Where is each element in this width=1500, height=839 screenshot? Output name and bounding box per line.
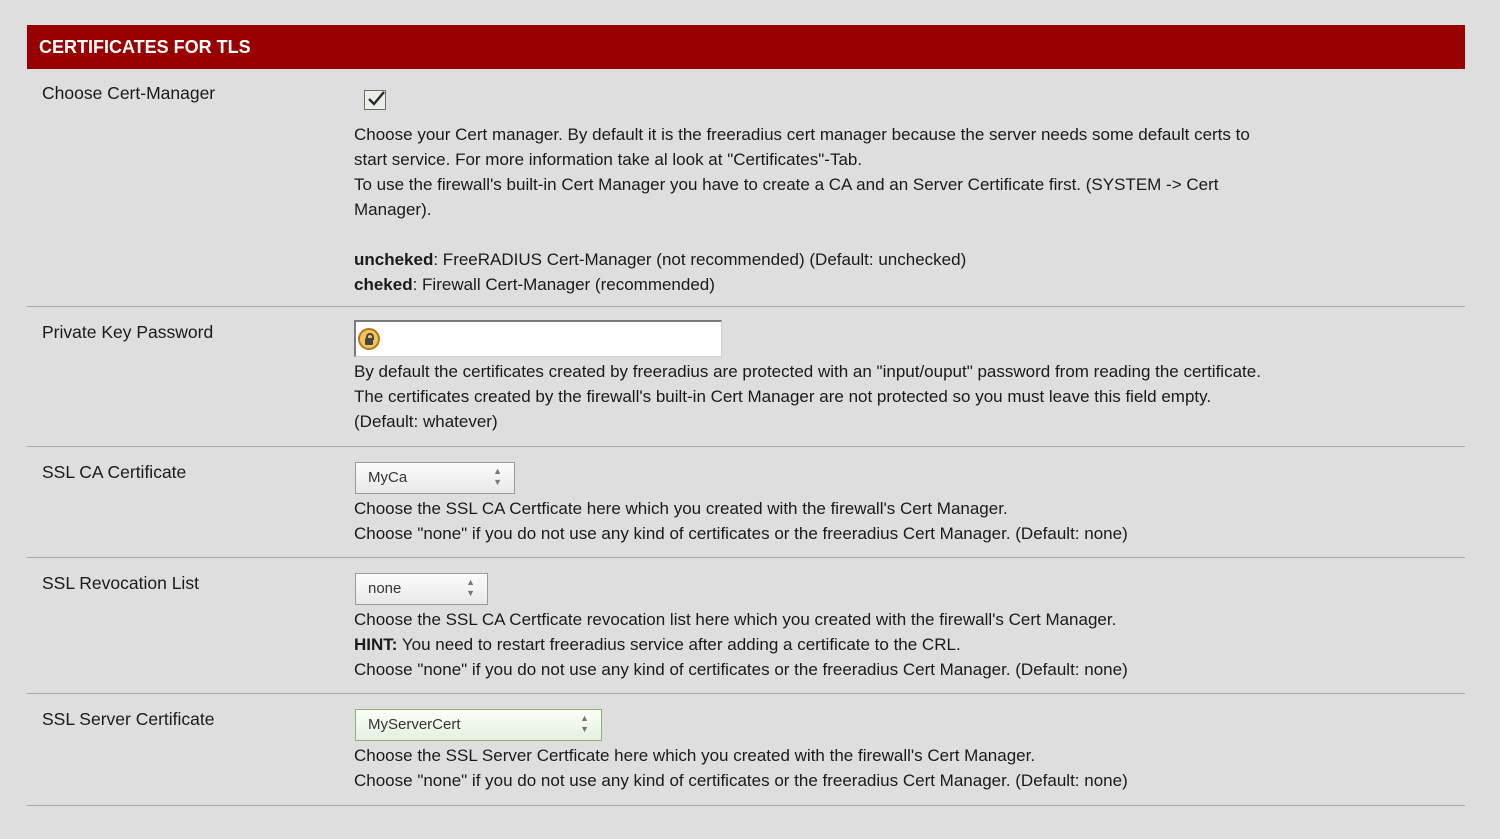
row-ssl-server-certificate: SSL Server Certificate MyServerCert ▲ ▼ C… [27, 694, 1465, 806]
ssl-server-label: SSL Server Certificate [42, 709, 215, 729]
row-ssl-revocation-list: SSL Revocation List none ▲ ▼ Choose the S… [27, 558, 1465, 694]
section-title: CERTIFICATES FOR TLS [39, 36, 251, 57]
ssl-ca-description: Choose the SSL CA Certficate here which … [354, 499, 1128, 543]
ssl-crl-select[interactable]: none ▲ ▼ [355, 573, 488, 605]
cert-manager-label: Choose Cert-Manager [42, 83, 216, 103]
row-ssl-ca-certificate: SSL CA Certificate MyCa ▲ ▼ Choose the SS… [27, 447, 1465, 558]
ssl-server-description: Choose the SSL Server Certficate here wh… [354, 746, 1128, 790]
ssl-crl-description: Choose the SSL CA Certficate revocation … [354, 610, 1128, 679]
ssl-ca-label: SSL CA Certificate [42, 462, 187, 482]
cert-manager-description: Choose your Cert manager. By default it … [354, 125, 1250, 294]
ssl-server-select[interactable]: MyServerCert ▲ ▼ [355, 709, 602, 741]
spinner-arrows-icon: ▲ ▼ [493, 466, 502, 487]
ssl-crl-label: SSL Revocation List [42, 573, 199, 593]
private-key-description: By default the certificates created by f… [354, 362, 1261, 431]
spinner-arrows-icon: ▲ ▼ [466, 577, 475, 598]
tls-certificates-panel: CERTIFICATES FOR TLS Choose Cert-Manager… [27, 25, 1465, 806]
spinner-arrows-icon: ▲ ▼ [580, 713, 589, 734]
cert-manager-checkbox[interactable] [364, 90, 386, 110]
checkmark-icon [368, 91, 385, 106]
section-header: CERTIFICATES FOR TLS [27, 25, 1465, 69]
row-cert-manager: Choose Cert-Manager Choose your Cert man… [27, 69, 1465, 307]
private-key-password-input[interactable] [354, 320, 722, 357]
ssl-ca-select[interactable]: MyCa ▲ ▼ [355, 462, 515, 494]
private-key-label: Private Key Password [42, 322, 214, 342]
row-private-key-password: Private Key Password By default the cert… [27, 307, 1465, 447]
lock-icon [358, 328, 380, 350]
